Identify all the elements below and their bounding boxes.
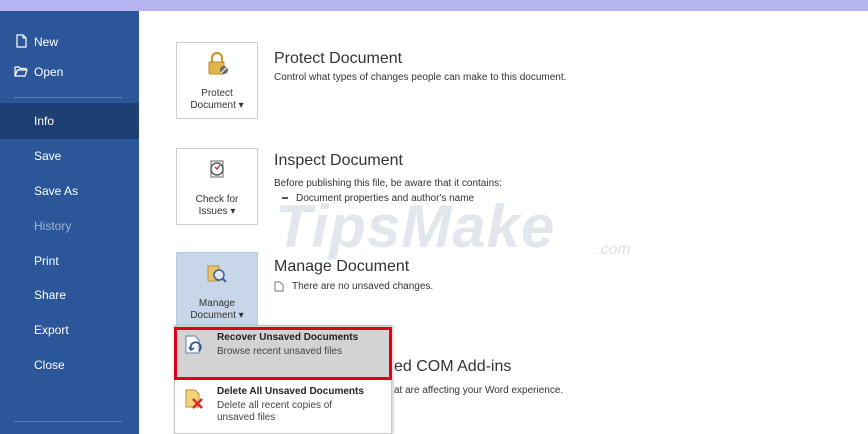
manage-button-label-1: Manage bbox=[198, 298, 236, 309]
sidebar-item-share[interactable]: Share bbox=[0, 278, 139, 312]
sidebar-item-save[interactable]: Save bbox=[0, 139, 139, 173]
delete-unsaved-title: Delete All Unsaved Documents bbox=[217, 386, 364, 397]
manage-document-title: Manage Document bbox=[274, 258, 410, 275]
protect-button-label-1: Protect bbox=[201, 88, 233, 99]
manage-document-description: There are no unsaved changes. bbox=[292, 281, 434, 293]
inspect-bullet-item: Document properties and author's name bbox=[282, 193, 474, 204]
manage-document-button[interactable]: Manage Document ▾ bbox=[176, 252, 258, 329]
com-addins-title: ed COM Add-ins bbox=[394, 358, 512, 375]
backstage-sidebar: New Open Info Save Save As History Print… bbox=[0, 11, 139, 434]
lock-icon bbox=[208, 51, 228, 75]
inspect-document-icon bbox=[210, 160, 224, 178]
document-small-icon bbox=[274, 281, 284, 292]
sidebar-item-close[interactable]: Close bbox=[0, 348, 139, 382]
sidebar-item-label: Print bbox=[34, 254, 59, 268]
sidebar-item-label: Info bbox=[34, 114, 55, 128]
window-top-strip bbox=[0, 0, 868, 11]
watermark-suffix: .com bbox=[596, 241, 631, 258]
sidebar-item-new[interactable]: New bbox=[0, 25, 139, 59]
sidebar-item-label: Save As bbox=[34, 184, 79, 198]
protect-document-button[interactable]: Protect Document ▾ bbox=[176, 42, 258, 119]
delete-unsaved-subtitle: Delete all recent copies of unsaved files bbox=[217, 400, 332, 424]
bullet-icon bbox=[282, 197, 288, 200]
sidebar-item-label: History bbox=[34, 219, 72, 233]
delete-subtitle-line-1: Delete all recent copies of bbox=[217, 400, 333, 411]
check-issues-label-2: Issues ▾ bbox=[198, 206, 236, 217]
manage-document-icon bbox=[207, 265, 227, 283]
protect-button-label-2: Document ▾ bbox=[190, 100, 244, 111]
com-addins-description: at are affecting your Word experience. bbox=[394, 385, 564, 396]
sidebar-item-history[interactable]: History bbox=[0, 209, 139, 243]
protect-document-description: Control what types of changes people can… bbox=[274, 72, 567, 83]
delete-document-icon bbox=[185, 389, 203, 409]
check-issues-label-1: Check for bbox=[195, 194, 239, 205]
sidebar-item-info[interactable]: Info bbox=[0, 103, 139, 139]
sidebar-item-label: Close bbox=[34, 358, 65, 372]
inspect-bullet-text: Document properties and author's name bbox=[296, 193, 475, 204]
sidebar-item-open[interactable]: Open bbox=[0, 55, 139, 89]
sidebar-item-save-as[interactable]: Save As bbox=[0, 174, 139, 208]
open-folder-icon bbox=[14, 66, 28, 77]
sidebar-divider bbox=[14, 97, 122, 98]
sidebar-item-print[interactable]: Print bbox=[0, 244, 139, 278]
check-for-issues-button[interactable]: Check for Issues ▾ bbox=[176, 148, 258, 225]
sidebar-item-label: Export bbox=[34, 323, 69, 337]
sidebar-item-label: Share bbox=[34, 288, 67, 302]
inspect-document-title: Inspect Document bbox=[274, 152, 403, 169]
delete-all-unsaved-documents-item[interactable]: Delete All Unsaved Documents Delete all … bbox=[175, 380, 391, 433]
protect-document-title: Protect Document bbox=[274, 50, 403, 67]
manage-button-label-2: Document ▾ bbox=[190, 310, 244, 321]
sidebar-item-label: New bbox=[34, 35, 59, 49]
sidebar-item-export[interactable]: Export bbox=[0, 313, 139, 347]
sidebar-item-label: Save bbox=[34, 149, 62, 163]
sidebar-item-label: Open bbox=[34, 65, 64, 79]
new-document-icon bbox=[16, 34, 27, 48]
delete-subtitle-line-2: unsaved files bbox=[217, 412, 276, 423]
manage-document-status: There are no unsaved changes. bbox=[274, 281, 433, 292]
inspect-document-description: Before publishing this file, be aware th… bbox=[274, 178, 502, 189]
annotation-highlight-box bbox=[174, 327, 392, 380]
sidebar-divider bbox=[14, 421, 122, 422]
